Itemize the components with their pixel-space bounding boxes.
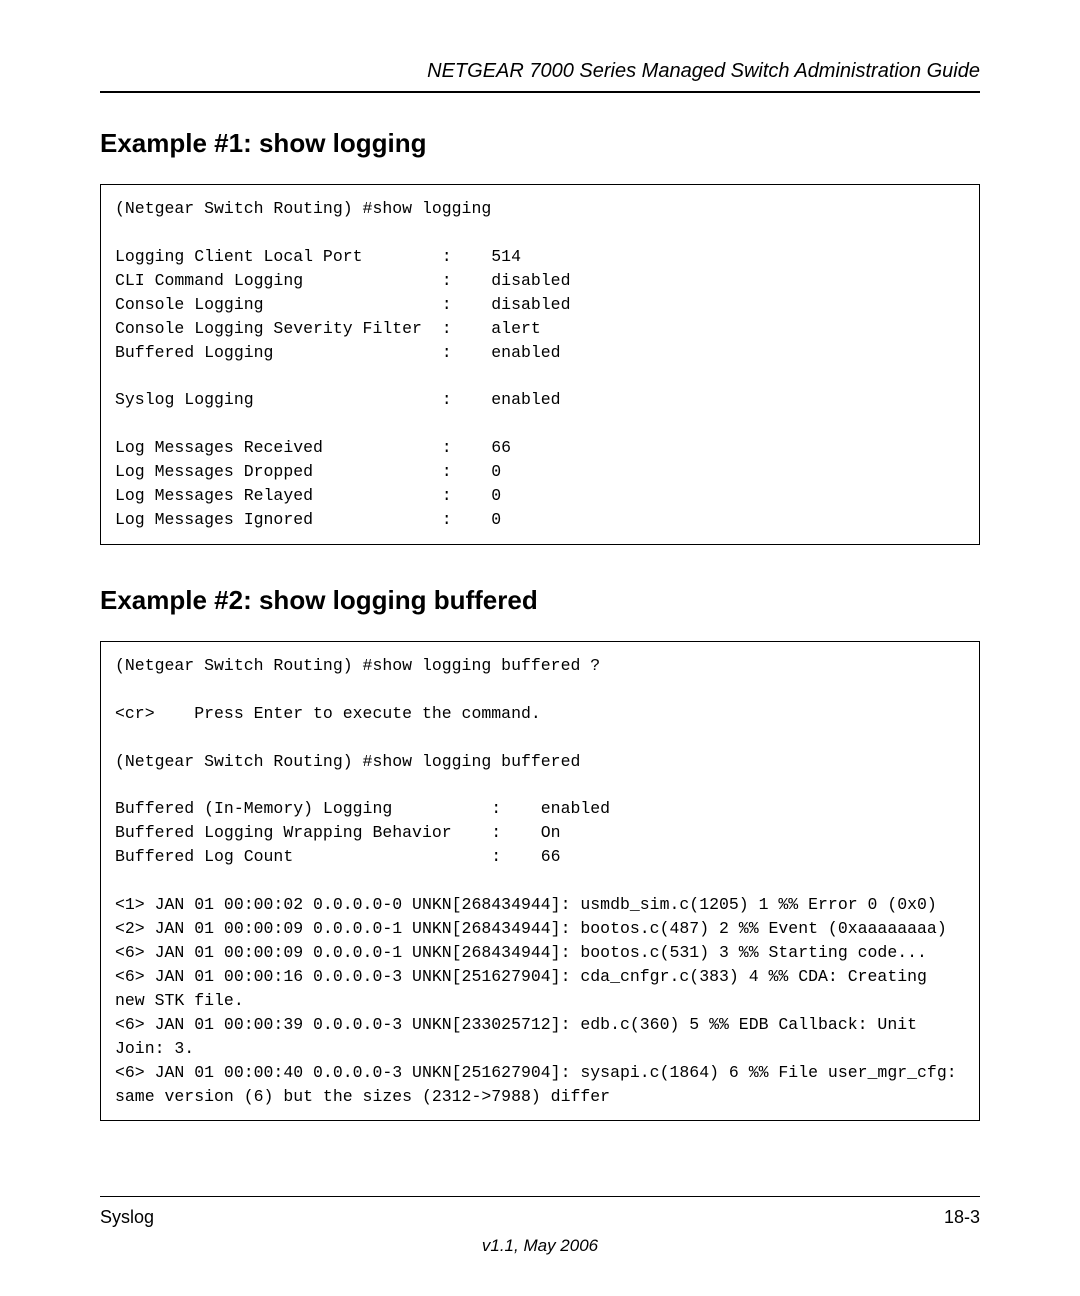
footer-page-number: 18-3 <box>944 1207 980 1228</box>
example-2-code-block: (Netgear Switch Routing) #show logging b… <box>100 641 980 1122</box>
example-2-heading: Example #2: show logging buffered <box>100 585 980 616</box>
example-1-heading: Example #1: show logging <box>100 128 980 159</box>
footer-chapter-name: Syslog <box>100 1207 154 1228</box>
page-header-title: NETGEAR 7000 Series Managed Switch Admin… <box>100 60 980 93</box>
example-1-code-block: (Netgear Switch Routing) #show logging L… <box>100 184 980 545</box>
page-footer: Syslog 18-3 v1.1, May 2006 <box>100 1196 980 1256</box>
footer-version: v1.1, May 2006 <box>100 1236 980 1256</box>
